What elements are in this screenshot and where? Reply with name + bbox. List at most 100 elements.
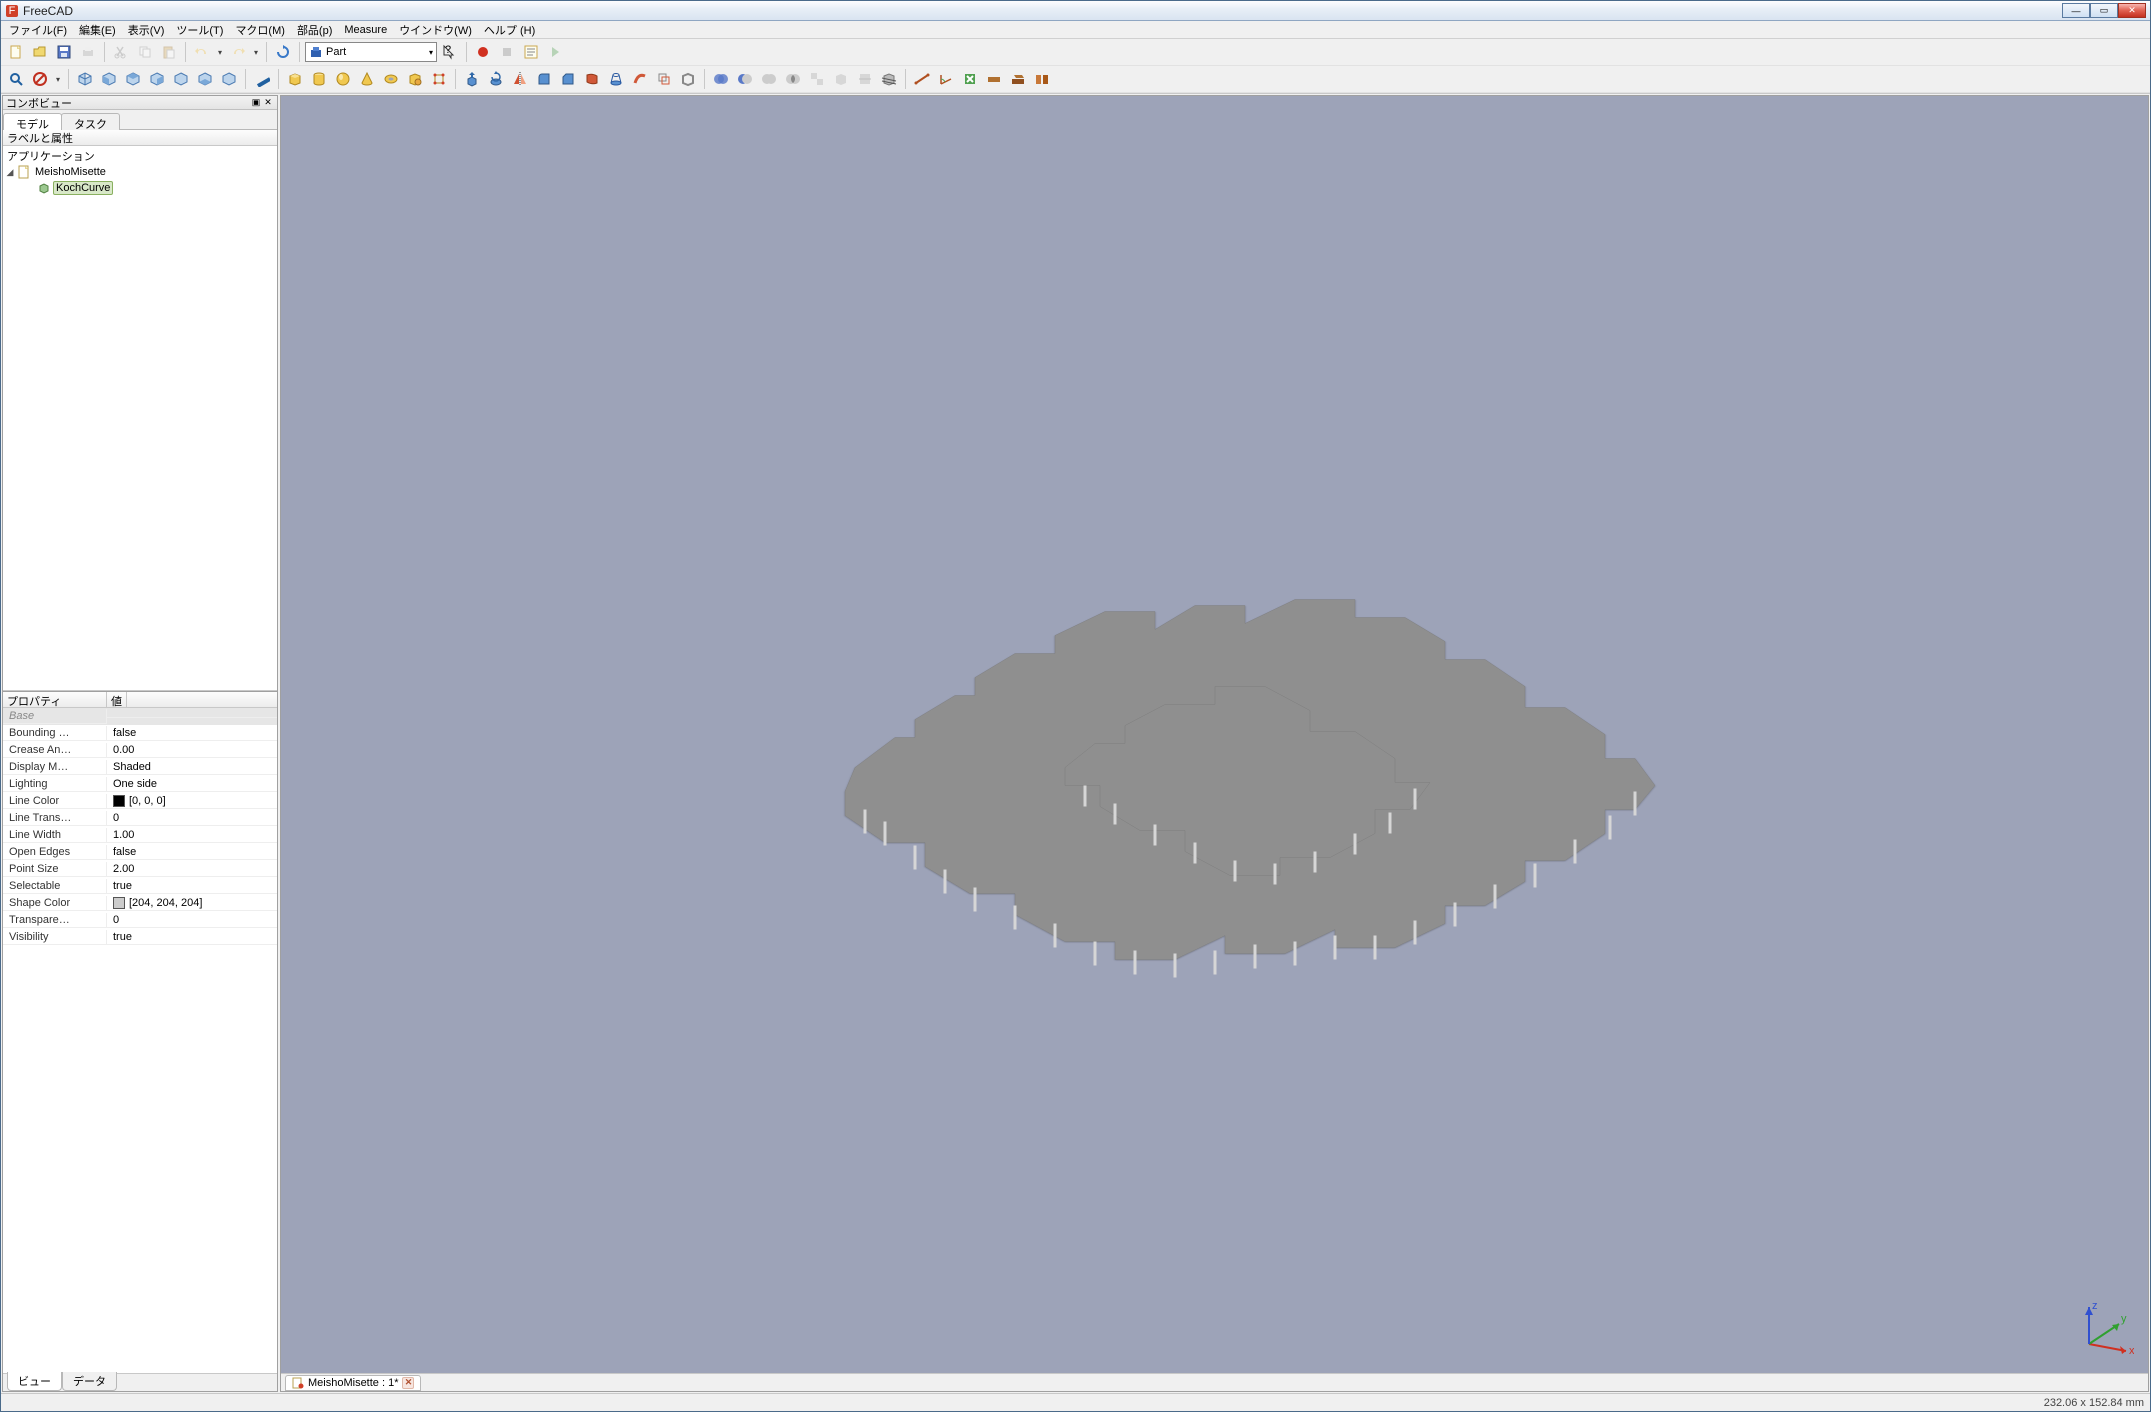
property-row[interactable]: Point Size2.00 — [3, 861, 277, 878]
view-left-icon[interactable] — [218, 68, 240, 90]
property-row[interactable]: Visibilitytrue — [3, 929, 277, 946]
view-iso-icon[interactable] — [74, 68, 96, 90]
property-value[interactable]: true — [107, 930, 277, 945]
revolve-icon[interactable] — [485, 68, 507, 90]
refresh-icon[interactable] — [272, 41, 294, 63]
undo-icon[interactable] — [191, 41, 213, 63]
compound-icon[interactable] — [806, 68, 828, 90]
workbench-selector[interactable]: Part ▾ — [305, 42, 437, 62]
tab-view[interactable]: ビュー — [7, 1372, 62, 1391]
property-value[interactable]: 0.00 — [107, 743, 277, 758]
redo-dropdown[interactable]: ▾ — [251, 48, 261, 57]
boolean-icon[interactable] — [710, 68, 732, 90]
tree-item-line[interactable]: KochCurve — [5, 180, 275, 196]
property-value[interactable]: [0, 0, 0] — [107, 794, 277, 809]
shape-icon[interactable] — [830, 68, 852, 90]
draw-style-icon[interactable] — [29, 68, 51, 90]
part-shapebuilder-icon[interactable] — [428, 68, 450, 90]
property-grid[interactable]: BaseBounding …falseCrease An…0.00Display… — [3, 708, 277, 1373]
intersect-icon[interactable] — [782, 68, 804, 90]
property-row[interactable]: Display M…Shaded — [3, 759, 277, 776]
property-row[interactable]: Selectabletrue — [3, 878, 277, 895]
part-sphere-icon[interactable] — [332, 68, 354, 90]
print-icon[interactable] — [77, 41, 99, 63]
macro-list-icon[interactable] — [520, 41, 542, 63]
view-right-icon[interactable] — [146, 68, 168, 90]
property-value[interactable]: 0 — [107, 913, 277, 928]
property-row[interactable]: Line Trans…0 — [3, 810, 277, 827]
view-top-icon[interactable] — [122, 68, 144, 90]
property-row[interactable]: LightingOne side — [3, 776, 277, 793]
draw-style-dropdown[interactable]: ▾ — [53, 75, 63, 84]
view-rear-icon[interactable] — [170, 68, 192, 90]
undo-dropdown[interactable]: ▾ — [215, 48, 225, 57]
measure-icon[interactable] — [251, 68, 273, 90]
macro-run-icon[interactable] — [544, 41, 566, 63]
menu-part[interactable]: 部品(p) — [291, 21, 338, 39]
section-icon[interactable] — [854, 68, 876, 90]
menu-measure[interactable]: Measure — [338, 23, 393, 37]
property-value[interactable]: false — [107, 726, 277, 741]
property-row[interactable]: Bounding …false — [3, 725, 277, 742]
property-row[interactable]: Transpare…0 — [3, 912, 277, 929]
tab-data[interactable]: データ — [62, 1372, 117, 1391]
measure-toggle-3d-icon[interactable] — [1007, 68, 1029, 90]
new-file-icon[interactable] — [5, 41, 27, 63]
cross-sections-icon[interactable] — [878, 68, 900, 90]
ruled-surface-icon[interactable] — [581, 68, 603, 90]
measure-toggle-delta-icon[interactable] — [1031, 68, 1053, 90]
part-box-icon[interactable] — [284, 68, 306, 90]
tab-model[interactable]: モデル — [3, 113, 62, 130]
property-value[interactable]: One side — [107, 777, 277, 792]
menu-edit[interactable]: 編集(E) — [73, 21, 122, 39]
document-tab[interactable]: MeishoMisette : 1* ✕ — [285, 1375, 421, 1391]
menu-view[interactable]: 表示(V) — [122, 21, 171, 39]
property-value[interactable]: 1.00 — [107, 828, 277, 843]
document-tab-close-icon[interactable]: ✕ — [402, 1377, 414, 1389]
menu-window[interactable]: ウインドウ(W) — [393, 21, 478, 39]
redo-icon[interactable] — [227, 41, 249, 63]
cut-icon[interactable] — [110, 41, 132, 63]
property-value[interactable]: 2.00 — [107, 862, 277, 877]
property-row[interactable]: Crease An…0.00 — [3, 742, 277, 759]
tree-app-line[interactable]: アプリケーション — [5, 148, 275, 164]
view-front-icon[interactable] — [98, 68, 120, 90]
part-torus-icon[interactable] — [380, 68, 402, 90]
view-bottom-icon[interactable] — [194, 68, 216, 90]
copy-icon[interactable] — [134, 41, 156, 63]
property-row[interactable]: Line Color[0, 0, 0] — [3, 793, 277, 810]
part-cone-icon[interactable] — [356, 68, 378, 90]
menu-macro[interactable]: マクロ(M) — [229, 21, 291, 39]
menu-help[interactable]: ヘルプ (H) — [478, 21, 541, 39]
union-icon[interactable] — [758, 68, 780, 90]
measure-angular-icon[interactable] — [935, 68, 957, 90]
thickness-icon[interactable] — [677, 68, 699, 90]
measure-linear-icon[interactable] — [911, 68, 933, 90]
offset-icon[interactable] — [653, 68, 675, 90]
tree-doc-line[interactable]: ◢ MeishoMisette — [5, 164, 275, 180]
part-cylinder-icon[interactable] — [308, 68, 330, 90]
measure-toggle-icon[interactable] — [983, 68, 1005, 90]
measure-clear-icon[interactable] — [959, 68, 981, 90]
part-primitives-icon[interactable] — [404, 68, 426, 90]
property-row[interactable]: Shape Color[204, 204, 204] — [3, 895, 277, 912]
viewport-3d[interactable]: x y z — [281, 96, 2148, 1373]
chamfer-icon[interactable] — [557, 68, 579, 90]
extrude-icon[interactable] — [461, 68, 483, 90]
property-value[interactable]: [204, 204, 204] — [107, 896, 277, 911]
mirror-icon[interactable] — [509, 68, 531, 90]
macro-record-icon[interactable] — [472, 41, 494, 63]
cut-boolean-icon[interactable] — [734, 68, 756, 90]
property-row[interactable]: Open Edgesfalse — [3, 844, 277, 861]
tab-task[interactable]: タスク — [61, 113, 120, 130]
property-value[interactable]: 0 — [107, 811, 277, 826]
paste-icon[interactable] — [158, 41, 180, 63]
fit-all-icon[interactable] — [5, 68, 27, 90]
tree-collapse-icon[interactable]: ◢ — [5, 167, 15, 177]
loft-icon[interactable] — [605, 68, 627, 90]
menu-file[interactable]: ファイル(F) — [3, 21, 73, 39]
tree-body[interactable]: アプリケーション ◢ MeishoMisette KochCurve — [3, 146, 277, 691]
fillet-icon[interactable] — [533, 68, 555, 90]
panel-float-icon[interactable]: ▣ — [250, 97, 262, 108]
property-value[interactable]: true — [107, 879, 277, 894]
